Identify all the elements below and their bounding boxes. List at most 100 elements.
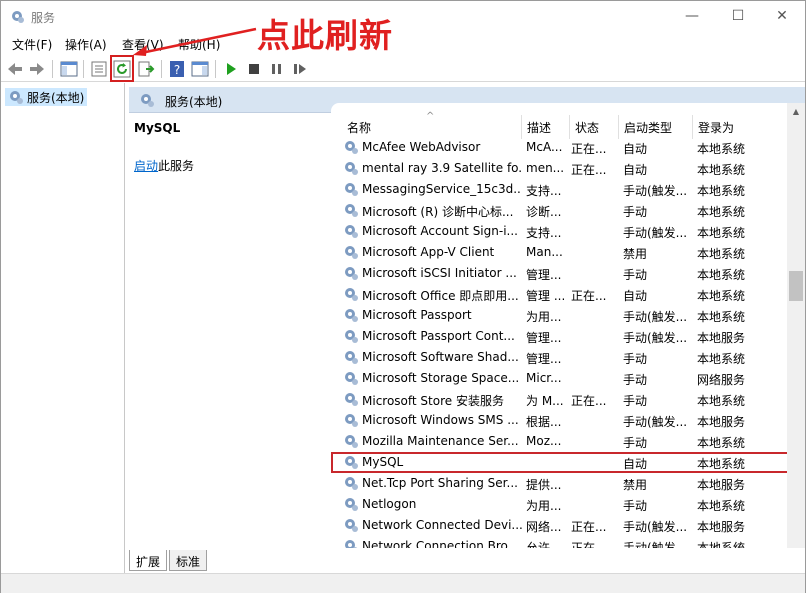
service-row[interactable]: Microsoft Windows SMS ... 根据... 手动(触发... 本地… [331, 410, 791, 431]
service-row[interactable]: Network Connection Bro... 允许... 正在... 手动(触发… [331, 536, 791, 548]
column-header-status[interactable]: 状态 [575, 119, 599, 136]
service-row[interactable]: Microsoft Passport Cont... 管理... 手动(触发... 本… [331, 326, 791, 347]
service-row[interactable]: Microsoft Account Sign-i... 支持... 手动(触发...… [331, 221, 791, 242]
column-divider[interactable] [521, 115, 522, 139]
service-name: Microsoft Passport Cont... [362, 329, 515, 343]
service-logon-as: 本地系统 [697, 289, 746, 303]
service-name: Microsoft Account Sign-i... [362, 224, 518, 238]
service-name: Microsoft Windows SMS ... [362, 413, 519, 427]
column-divider[interactable] [692, 115, 693, 139]
service-row[interactable]: Microsoft App-V Client Man... 禁用 本地系统 [331, 242, 791, 263]
list-header: ^ 名称 描述 状态 启动类型 登录为 [331, 111, 791, 139]
service-startup-type: 手动(触发... [623, 331, 688, 345]
scrollbar-thumb[interactable] [789, 271, 803, 301]
view-tabs: 扩展 标准 [129, 550, 329, 572]
service-gear-icon [343, 349, 359, 365]
services-gear-icon [9, 8, 25, 24]
service-gear-icon [343, 370, 359, 386]
service-startup-type: 手动 [623, 268, 648, 282]
service-row[interactable]: mental ray 3.9 Satellite fo... men... 正在..… [331, 158, 791, 179]
service-action-suffix: 此服务 [158, 159, 195, 173]
properties-icon[interactable] [89, 59, 109, 79]
service-action: 启动此服务 [134, 157, 194, 174]
selected-service-name: MySQL [134, 121, 181, 135]
column-header-description[interactable]: 描述 [527, 119, 551, 136]
pause-service-icon[interactable] [267, 59, 287, 79]
service-detail-panel: MySQL 启动此服务 [127, 113, 331, 563]
service-row[interactable]: Net.Tcp Port Sharing Ser... 提供... 禁用 本地服务 [331, 473, 791, 494]
service-description: 为用... [526, 499, 562, 513]
column-divider[interactable] [569, 115, 570, 139]
service-name: Microsoft App-V Client [362, 245, 495, 259]
service-logon-as: 本地系统 [697, 226, 746, 240]
service-logon-as: 本地系统 [697, 247, 746, 261]
service-row[interactable]: McAfee WebAdvisor McA... 正在... 自动 本地系统 [331, 137, 791, 158]
service-gear-icon [343, 496, 359, 512]
service-gear-icon [343, 265, 359, 281]
service-gear-icon [343, 139, 359, 155]
service-description: 允许... [526, 541, 562, 548]
service-row[interactable]: MessagingService_15c3d... 支持... 手动(触发... 本地… [331, 179, 791, 200]
pane-header-title: 服务(本地) [165, 95, 223, 109]
vertical-scrollbar[interactable]: ▲ [787, 103, 805, 548]
restart-service-icon[interactable] [290, 59, 310, 79]
service-startup-type: 手动 [623, 373, 648, 387]
maximize-button[interactable]: ☐ [715, 1, 761, 31]
service-logon-as: 本地系统 [697, 184, 746, 198]
service-startup-type: 禁用 [623, 478, 648, 492]
service-name: Net.Tcp Port Sharing Ser... [362, 476, 518, 490]
service-row[interactable]: Microsoft Passport 为用... 手动(触发... 本地系统 [331, 305, 791, 326]
service-logon-as: 本地系统 [697, 142, 746, 156]
column-header-startup-type[interactable]: 启动类型 [624, 119, 672, 136]
service-row[interactable]: Network Connected Devi... 网络... 正在... 手动(触发… [331, 515, 791, 536]
tree-item-label: 服务(本地) [27, 91, 85, 105]
service-gear-icon [343, 286, 359, 302]
service-row[interactable]: Netlogon 为用... 手动 本地系统 [331, 494, 791, 515]
service-name: mental ray 3.9 Satellite fo... [362, 161, 522, 175]
tree-item-services-local[interactable]: 服务(本地) [5, 88, 88, 106]
service-logon-as: 本地服务 [697, 478, 746, 492]
service-row[interactable]: Microsoft (R) 诊断中心标... 诊断... 手动 本地系统 [331, 200, 791, 221]
service-name: Network Connection Bro... [362, 539, 520, 548]
forward-arrow-icon[interactable] [27, 59, 47, 79]
close-button[interactable]: ✕ [759, 1, 805, 31]
service-name: McAfee WebAdvisor [362, 140, 481, 154]
service-logon-as: 本地系统 [697, 268, 746, 282]
service-row[interactable]: Mozilla Maintenance Ser... Moz... 手动 本地系统 [331, 431, 791, 452]
menu-action[interactable]: 操作(A) [65, 36, 107, 53]
service-name: Network Connected Devi... [362, 518, 522, 532]
column-divider[interactable] [618, 115, 619, 139]
column-header-name[interactable]: 名称 [347, 119, 371, 136]
tab-standard[interactable]: 标准 [169, 550, 208, 571]
service-gear-icon [343, 160, 359, 176]
main-pane: 服务(本地) MySQL 启动此服务 ^ 名称 描述 状态 启动类型 登录为 M… [127, 83, 805, 573]
service-row[interactable]: Microsoft Office 即点即用... 管理 ... 正在... 自动 本地系… [331, 284, 791, 305]
service-row[interactable]: Microsoft Store 安装服务 为 M... 正在... 手动 本地系统 [331, 389, 791, 410]
window-title: 服务 [31, 11, 56, 25]
service-row[interactable]: MySQL 自动 本地系统 [331, 452, 791, 473]
service-description: 网络... [526, 520, 562, 534]
service-row[interactable]: Microsoft iSCSI Initiator ... 管理... 手动 本地系统 [331, 263, 791, 284]
service-logon-as: 本地服务 [697, 520, 746, 534]
service-name: Microsoft Storage Space... [362, 371, 520, 385]
service-description: Micr... [526, 371, 562, 385]
service-row[interactable]: Microsoft Software Shad... 管理... 手动 本地系统 [331, 347, 791, 368]
service-status: 正在... [571, 394, 607, 408]
service-startup-type: 手动(触发... [623, 541, 688, 548]
menu-file[interactable]: 文件(F) [12, 36, 52, 53]
start-service-link[interactable]: 启动 [134, 159, 158, 173]
column-header-logon-as[interactable]: 登录为 [698, 119, 734, 136]
service-logon-as: 网络服务 [697, 373, 746, 387]
tab-extended[interactable]: 扩展 [129, 550, 168, 571]
service-gear-icon [343, 223, 359, 239]
scroll-up-arrow-icon[interactable]: ▲ [787, 103, 805, 120]
service-description: McA... [526, 140, 563, 154]
svg-text:?: ? [174, 63, 180, 77]
show-console-tree-icon[interactable] [59, 59, 79, 79]
back-arrow-icon[interactable] [5, 59, 25, 79]
minimize-button[interactable]: — [669, 1, 715, 31]
status-bar [1, 573, 805, 593]
service-row[interactable]: Microsoft Storage Space... Micr... 手动 网络服务 [331, 368, 791, 389]
service-name: Microsoft Office 即点即用... [362, 289, 519, 303]
service-startup-type: 手动(触发... [623, 226, 688, 240]
